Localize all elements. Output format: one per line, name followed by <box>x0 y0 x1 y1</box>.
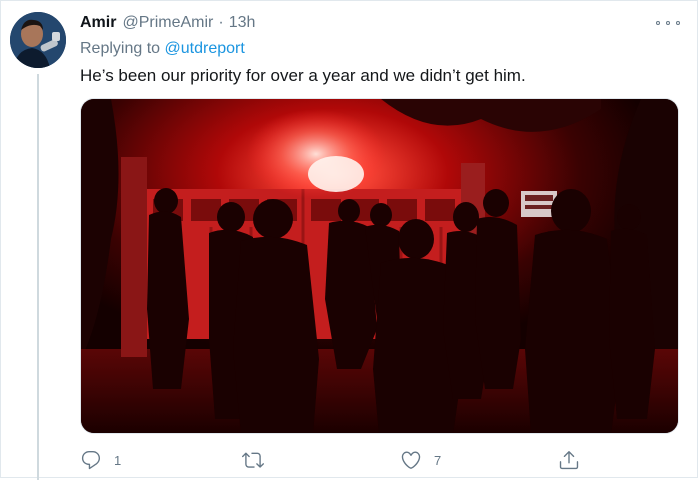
heart-icon <box>401 451 421 469</box>
tweet-actions-bar: 1 7 <box>80 446 600 474</box>
more-horizontal-icon[interactable] <box>656 14 680 32</box>
tweet-text: He’s been our priority for over a year a… <box>80 66 526 85</box>
tweet-media-image[interactable] <box>80 98 679 434</box>
retweet-button[interactable] <box>242 446 276 474</box>
share-icon <box>559 451 579 470</box>
timestamp[interactable]: 13h <box>229 14 256 32</box>
retweet-icon <box>242 452 264 468</box>
reply-button[interactable]: 1 <box>80 446 121 474</box>
replying-to-line: Replying to @utdreport <box>80 40 245 58</box>
tweet-header: Amir @PrimeAmir · 13h <box>80 14 255 34</box>
thread-connector-line <box>37 74 39 480</box>
display-name[interactable]: Amir <box>80 14 116 32</box>
replying-to-link[interactable]: @utdreport <box>165 40 245 57</box>
share-button[interactable] <box>558 446 580 474</box>
like-button[interactable]: 7 <box>400 446 441 474</box>
replying-to-prefix: Replying to <box>80 40 161 57</box>
separator-dot: · <box>218 14 224 31</box>
user-handle[interactable]: @PrimeAmir <box>122 14 213 32</box>
reply-count: 1 <box>114 452 122 468</box>
reply-icon <box>81 451 101 470</box>
like-count: 7 <box>434 452 442 468</box>
avatar[interactable] <box>10 12 66 68</box>
